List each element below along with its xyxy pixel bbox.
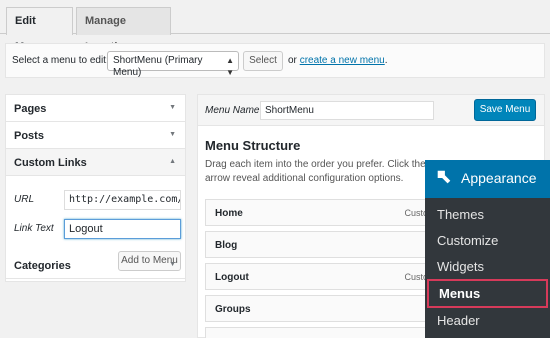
caret-up-icon: ▲ (169, 158, 176, 165)
menu-item[interactable] (205, 327, 455, 338)
link-text-input[interactable]: Logout (64, 219, 181, 239)
tab-manage-locations[interactable]: Manage Locations (76, 7, 171, 53)
select-arrows-icon: ▲ ▼ (226, 56, 234, 77)
select-button[interactable]: Select (243, 51, 283, 71)
menu-item[interactable]: Logout Custo (205, 263, 455, 290)
caret-down-icon: ▼ (169, 131, 176, 138)
caret-down-icon: ▼ (169, 104, 176, 111)
submenu-item-header[interactable]: Header (425, 308, 550, 334)
accordion-custom-links[interactable]: Custom Links ▲ (6, 149, 185, 176)
appearance-label: Appearance (461, 170, 537, 186)
menu-header: Menu Name ShortMenu Save Menu (198, 95, 544, 126)
menu-items-accordion: Pages ▼ Posts ▼ Custom Links ▲ URL http:… (5, 94, 186, 282)
menu-item[interactable]: Groups (205, 295, 455, 322)
url-input[interactable]: http://example.com/w (64, 190, 181, 210)
url-label: URL (14, 194, 35, 205)
nav-tabs: Edit Menus Manage Locations (0, 0, 550, 53)
save-menu-button[interactable]: Save Menu (474, 99, 536, 121)
accordion-custom-links-label: Custom Links (14, 157, 87, 169)
accordion-pages[interactable]: Pages ▼ (6, 95, 185, 122)
select-menu-bar: Select a menu to edit: ShortMenu (Primar… (5, 43, 545, 78)
accordion-categories-label: Categories (14, 260, 71, 272)
menu-structure-title: Menu Structure (205, 138, 301, 153)
accordion-posts[interactable]: Posts ▼ (6, 122, 185, 149)
menu-item-label: Logout (215, 272, 249, 283)
menu-name-label: Menu Name (205, 105, 260, 116)
appearance-menu-header[interactable]: Appearance (425, 160, 550, 198)
accordion-pages-label: Pages (14, 103, 47, 115)
or-text: or create a new menu. (288, 55, 388, 66)
create-menu-link[interactable]: create a new menu (300, 55, 385, 66)
menu-select[interactable]: ShortMenu (Primary Menu) ▲ ▼ (107, 51, 239, 78)
menu-item-label: Groups (215, 304, 251, 315)
menu-item[interactable]: Home Custo (205, 199, 455, 226)
menu-item-label: Blog (215, 240, 238, 251)
accordion-categories[interactable]: Categories ▼ (6, 252, 185, 280)
menu-item[interactable]: Blog (205, 231, 455, 258)
submenu-item-widgets[interactable]: Widgets (425, 254, 550, 280)
caret-down-icon: ▼ (169, 261, 176, 268)
menu-item-label: Home (215, 208, 243, 219)
menu-select-value: ShortMenu (Primary Menu) (113, 55, 203, 78)
link-text-label: Link Text (14, 223, 54, 234)
select-menu-label: Select a menu to edit: (12, 55, 109, 66)
appearance-submenu: Appearance Themes Customize Widgets Menu… (425, 160, 550, 338)
submenu-item-menus[interactable]: Menus (427, 279, 548, 308)
submenu-item-themes[interactable]: Themes (425, 202, 550, 228)
menu-name-input[interactable]: ShortMenu (260, 101, 434, 120)
paintbrush-icon (437, 170, 451, 184)
menu-structure-description: Drag each item into the order you prefer… (205, 159, 426, 184)
tab-edit-menus[interactable]: Edit Menus (6, 7, 73, 53)
accordion-posts-label: Posts (14, 130, 44, 142)
submenu-item-customize[interactable]: Customize (425, 228, 550, 254)
